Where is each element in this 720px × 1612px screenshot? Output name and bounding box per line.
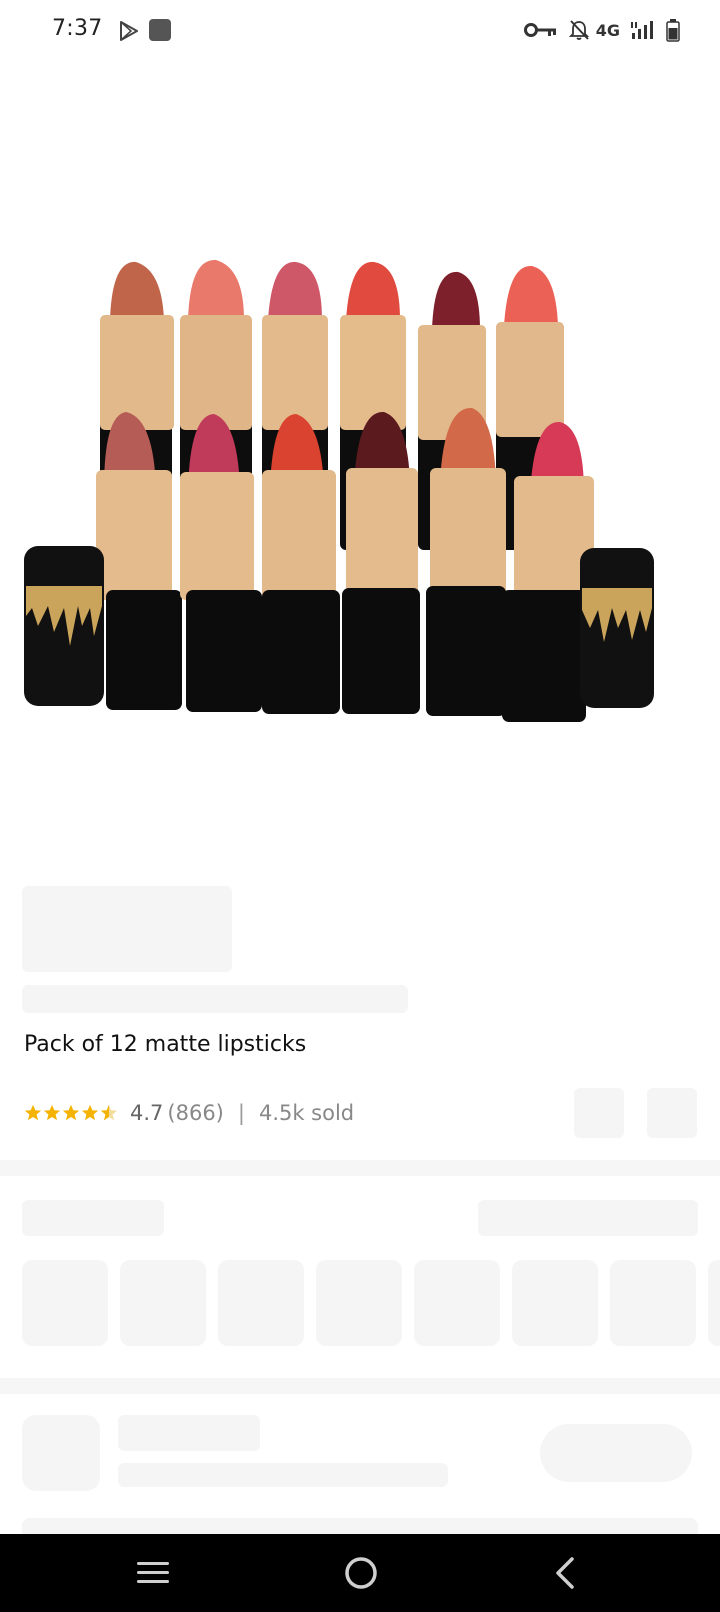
status-icons: 4G bbox=[523, 17, 680, 43]
section-divider bbox=[0, 1378, 720, 1394]
skeleton-follow-button bbox=[540, 1424, 692, 1482]
vpn-key-icon bbox=[523, 23, 556, 37]
skeleton-variant-thumb bbox=[610, 1260, 696, 1346]
rating-count: (866) bbox=[167, 1101, 224, 1125]
skeleton-next-section bbox=[22, 1518, 698, 1534]
play-store-icon bbox=[120, 21, 138, 41]
rating-row[interactable]: 4.7 (866) | 4.5k sold bbox=[24, 1098, 354, 1128]
skeleton-store-logo bbox=[22, 1415, 100, 1491]
skeleton-variant-label bbox=[22, 1200, 164, 1236]
gallery-icon bbox=[149, 19, 171, 41]
skeleton-variant-link bbox=[478, 1200, 698, 1236]
skeleton-variant-thumb bbox=[120, 1260, 206, 1346]
skeleton-variant-thumb bbox=[218, 1260, 304, 1346]
status-time: 7:37 bbox=[52, 16, 103, 41]
star-icon bbox=[24, 1104, 42, 1121]
skeleton-wishlist-button bbox=[647, 1088, 697, 1138]
skeleton-variant-thumb bbox=[512, 1260, 598, 1346]
skeleton-price-block bbox=[22, 886, 232, 972]
skeleton-variant-thumb bbox=[22, 1260, 108, 1346]
rating-stars bbox=[24, 1104, 118, 1122]
skeleton-share-button bbox=[574, 1088, 624, 1138]
rating-value: 4.7 bbox=[130, 1101, 164, 1125]
navigation-bar bbox=[0, 1534, 720, 1612]
skeleton-variant-thumb bbox=[708, 1260, 720, 1346]
back-icon[interactable] bbox=[552, 1556, 578, 1590]
skeleton-variant-thumb bbox=[414, 1260, 500, 1346]
notifications-off-icon bbox=[568, 20, 589, 40]
product-image[interactable] bbox=[20, 250, 700, 750]
skeleton-variant-thumb bbox=[316, 1260, 402, 1346]
rating-separator: | bbox=[237, 1101, 245, 1125]
star-icon bbox=[81, 1104, 99, 1121]
product-title: Pack of 12 matte lipsticks bbox=[24, 1032, 307, 1057]
home-icon[interactable] bbox=[343, 1555, 379, 1591]
status-bar: 7:37 4G bbox=[0, 0, 720, 62]
half-star-icon bbox=[100, 1104, 118, 1121]
skeleton-store-info bbox=[118, 1463, 448, 1487]
skeleton-subtitle-line bbox=[22, 985, 408, 1013]
star-icon bbox=[43, 1104, 61, 1121]
section-divider bbox=[0, 1160, 720, 1176]
battery-icon bbox=[666, 19, 680, 42]
signal-icon bbox=[631, 21, 653, 39]
star-icon bbox=[62, 1104, 80, 1121]
network-label: 4G bbox=[595, 20, 620, 40]
skeleton-store-name bbox=[118, 1415, 260, 1451]
recent-apps-icon[interactable] bbox=[136, 1558, 170, 1588]
sold-count: 4.5k sold bbox=[258, 1101, 355, 1125]
